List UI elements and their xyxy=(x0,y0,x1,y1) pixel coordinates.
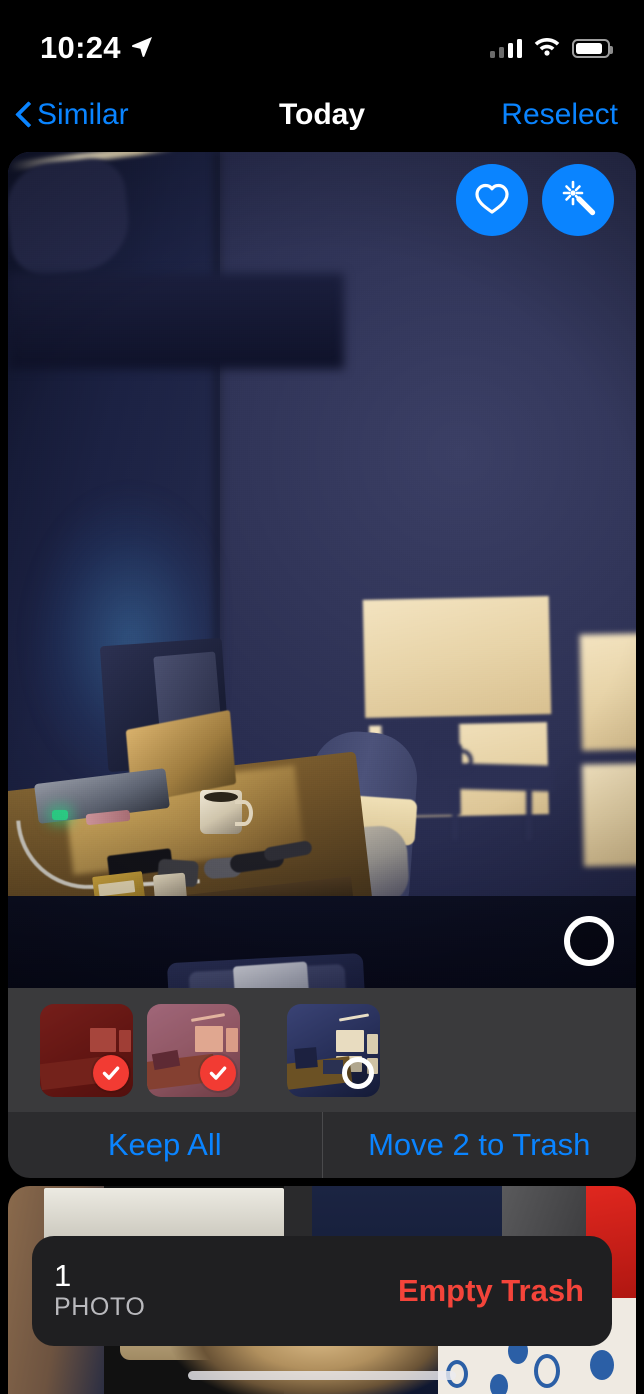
cellular-signal-icon xyxy=(489,38,522,58)
reselect-button[interactable]: Reselect xyxy=(501,98,618,132)
checkmark-circle-icon xyxy=(93,1054,129,1091)
status-bar-left: 10:24 xyxy=(40,30,154,66)
location-arrow-icon xyxy=(130,34,154,63)
battery-icon xyxy=(572,38,613,58)
navigation-bar: Similar Today Reselect xyxy=(0,78,644,152)
photo-selection-toggle[interactable] xyxy=(564,916,614,966)
status-bar-right xyxy=(489,35,613,61)
favorite-button[interactable] xyxy=(456,164,528,236)
thumbnail-strip xyxy=(8,988,636,1112)
photo-vignette xyxy=(8,152,636,988)
keep-all-button[interactable]: Keep All xyxy=(8,1112,322,1178)
trash-count-group: 1 PHOTO xyxy=(54,1260,145,1322)
magic-wand-icon xyxy=(559,179,597,222)
thumbnail-3[interactable] xyxy=(287,1003,380,1097)
move-to-trash-button[interactable]: Move 2 to Trash xyxy=(323,1112,637,1178)
back-button[interactable]: Similar xyxy=(16,98,129,132)
home-indicator[interactable] xyxy=(188,1371,456,1380)
trash-bar: 1 PHOTO Empty Trash xyxy=(32,1236,612,1346)
checkmark-circle-icon xyxy=(200,1054,236,1091)
heart-icon xyxy=(474,181,510,220)
empty-trash-button[interactable]: Empty Trash xyxy=(398,1273,584,1309)
enhance-button[interactable] xyxy=(542,164,614,236)
back-button-label: Similar xyxy=(37,98,129,131)
chevron-left-icon xyxy=(16,101,32,129)
status-bar: 10:24 xyxy=(0,0,644,78)
photo-review-card: Keep All Move 2 to Trash xyxy=(8,152,636,1178)
circle-outline-icon xyxy=(342,1056,374,1089)
thumbnail-2[interactable] xyxy=(147,1003,240,1097)
wifi-icon xyxy=(533,35,561,61)
hero-photo[interactable] xyxy=(8,152,636,988)
thumbnail-1[interactable] xyxy=(40,1003,133,1097)
trash-count-label: PHOTO xyxy=(54,1292,146,1321)
review-actions: Keep All Move 2 to Trash xyxy=(8,1112,636,1178)
status-bar-clock: 10:24 xyxy=(40,30,121,65)
trash-count: 1 xyxy=(54,1258,72,1294)
